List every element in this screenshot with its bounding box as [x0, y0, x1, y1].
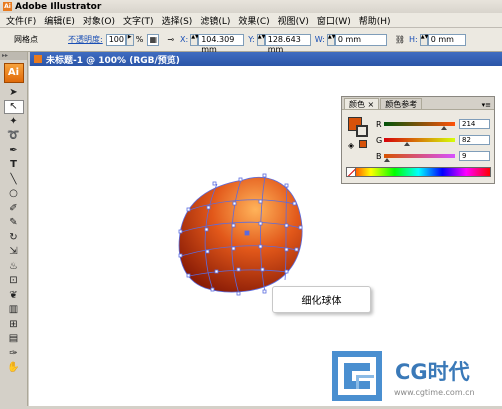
control-bar: 网格点 不透明度: 100 ▶ % ▦ ⊸ X: ▲▼ 104.309 mm Y…: [0, 28, 502, 54]
hand-tool-icon[interactable]: ✋: [4, 361, 24, 376]
pencil-tool-icon[interactable]: ✎: [4, 216, 24, 231]
menu-effect[interactable]: 效果(C): [234, 14, 273, 27]
menu-type[interactable]: 文字(T): [119, 14, 158, 27]
channel-r-label: R: [376, 119, 382, 129]
x-stepper-icon[interactable]: ▲▼: [190, 33, 199, 46]
web-safe-swatch[interactable]: [359, 140, 367, 148]
direct-selection-tool-icon[interactable]: ↖: [3, 99, 24, 114]
menu-filter[interactable]: 滤镜(L): [196, 14, 234, 27]
gradient-tool-icon[interactable]: ▤: [4, 332, 24, 347]
menu-help[interactable]: 帮助(H): [355, 14, 395, 27]
title-bar: Ai Adobe Illustrator: [0, 0, 502, 13]
channel-g-track[interactable]: [384, 138, 455, 146]
menu-object[interactable]: 对象(O): [79, 14, 119, 27]
app-icon: Ai: [3, 2, 12, 11]
line-tool-icon[interactable]: ╲: [4, 172, 24, 187]
selection-tool-icon[interactable]: ➤: [4, 85, 24, 100]
color-panel-tabs: 颜色 × 颜色参考 ▾≡: [342, 97, 494, 110]
channel-b-track[interactable]: [383, 154, 455, 162]
none-swatch-icon[interactable]: [346, 167, 356, 177]
opacity-input[interactable]: 100: [105, 33, 126, 46]
reference-point-icon[interactable]: ▦: [147, 33, 160, 46]
channel-g-input[interactable]: 82: [459, 135, 490, 145]
ai-logo: Ai: [3, 63, 24, 83]
lasso-tool-icon[interactable]: ➰: [4, 129, 24, 144]
watermark: CG时代 www.cgtime.com.cn: [329, 348, 499, 404]
h-stepper-icon[interactable]: ▲▼: [419, 33, 428, 46]
stroke-swatch-icon[interactable]: [356, 125, 368, 137]
annotation-callout: 细化球体: [272, 286, 371, 313]
symbol-sprayer-tool-icon[interactable]: ❦: [4, 288, 24, 303]
anchor-convert-icon[interactable]: ⊸: [167, 35, 174, 44]
callout-text: 细化球体: [301, 296, 342, 307]
pen-tool-icon[interactable]: ✒: [4, 143, 24, 158]
channel-g-thumb[interactable]: [403, 142, 410, 146]
color-panel: 颜色 × 颜色参考 ▾≡ ◈ R 214 G 82 B 9: [341, 96, 495, 184]
menu-file[interactable]: 文件(F): [2, 14, 40, 27]
slider-g[interactable]: G 82: [376, 135, 490, 146]
ellipse-tool-icon[interactable]: ○: [4, 187, 24, 202]
menu-bar: 文件(F) 编辑(E) 对象(O) 文字(T) 选择(S) 滤镜(L) 效果(C…: [0, 13, 502, 28]
scale-tool-icon[interactable]: ⇲: [4, 245, 24, 260]
panel-menu-icon[interactable]: ▾≡: [482, 101, 491, 109]
app-title: Adobe Illustrator: [15, 1, 102, 12]
slider-r[interactable]: R 214: [376, 119, 490, 130]
cgtime-logo-icon: [332, 351, 382, 401]
channel-r-thumb[interactable]: [440, 126, 447, 130]
magic-wand-tool-icon[interactable]: ✦: [4, 114, 24, 129]
watermark-url: www.cgtime.com.cn: [394, 388, 475, 397]
tools-panel: ▸▸ Ai ➤ ↖ ✦ ➰ ✒ T ╲ ○ ✐ ✎ ↻ ⇲ ♨ ⊡ ❦ ▥ ⊞ …: [0, 52, 28, 406]
menu-view[interactable]: 视图(V): [274, 14, 313, 27]
channel-r-track[interactable]: [384, 122, 455, 130]
panel-grip-icon[interactable]: ▸▸: [0, 52, 27, 60]
rotate-tool-icon[interactable]: ↻: [4, 230, 24, 245]
h-label: H:: [409, 35, 418, 44]
document-title: 未标题-1 @ 100% (RGB/预览): [46, 55, 180, 66]
free-transform-tool-icon[interactable]: ⊡: [4, 274, 24, 289]
opacity-link[interactable]: 不透明度:: [68, 34, 103, 45]
h-input[interactable]: 0 mm: [427, 33, 466, 46]
tab-color-guide[interactable]: 颜色参考: [380, 98, 423, 109]
opacity-dropdown-icon[interactable]: ▶: [125, 33, 134, 46]
menu-select[interactable]: 选择(S): [158, 14, 197, 27]
tab-color[interactable]: 颜色 ×: [344, 98, 380, 109]
column-graph-tool-icon[interactable]: ▥: [4, 303, 24, 318]
y-label: Y:: [248, 35, 255, 44]
menu-window[interactable]: 窗口(W): [313, 14, 355, 27]
x-input[interactable]: 104.309 mm: [198, 33, 245, 54]
eyedropper-tool-icon[interactable]: ✑: [4, 346, 24, 361]
out-of-gamut-icon[interactable]: ◈: [348, 141, 354, 150]
channel-r-input[interactable]: 214: [459, 119, 490, 129]
w-input[interactable]: 0 mm: [334, 33, 387, 46]
color-spectrum-bar[interactable]: [346, 167, 491, 177]
slider-b[interactable]: B 9: [376, 151, 490, 162]
w-label: W:: [314, 35, 325, 44]
menu-edit[interactable]: 编辑(E): [40, 14, 79, 27]
watermark-brand: CG时代: [395, 360, 470, 384]
type-tool-icon[interactable]: T: [4, 158, 24, 173]
document-icon: [34, 55, 42, 63]
x-label: X:: [180, 35, 189, 44]
selection-type-label: 网格点: [14, 35, 38, 44]
channel-g-label: G: [376, 135, 383, 145]
opacity-unit: %: [135, 35, 144, 44]
w-stepper-icon[interactable]: ▲▼: [326, 33, 336, 46]
y-input[interactable]: 128.643 mm: [264, 33, 311, 54]
mesh-tool-icon[interactable]: ⊞: [4, 317, 24, 332]
y-stepper-icon[interactable]: ▲▼: [256, 33, 265, 46]
paintbrush-tool-icon[interactable]: ✐: [4, 201, 24, 216]
channel-b-input[interactable]: 9: [459, 151, 490, 161]
warp-tool-icon[interactable]: ♨: [4, 259, 24, 274]
document-title-bar: 未标题-1 @ 100% (RGB/预览): [30, 52, 502, 66]
link-proportions-icon[interactable]: ⛓: [395, 35, 405, 44]
sphere-shape: [178, 176, 303, 293]
channel-b-thumb[interactable]: [383, 158, 390, 162]
